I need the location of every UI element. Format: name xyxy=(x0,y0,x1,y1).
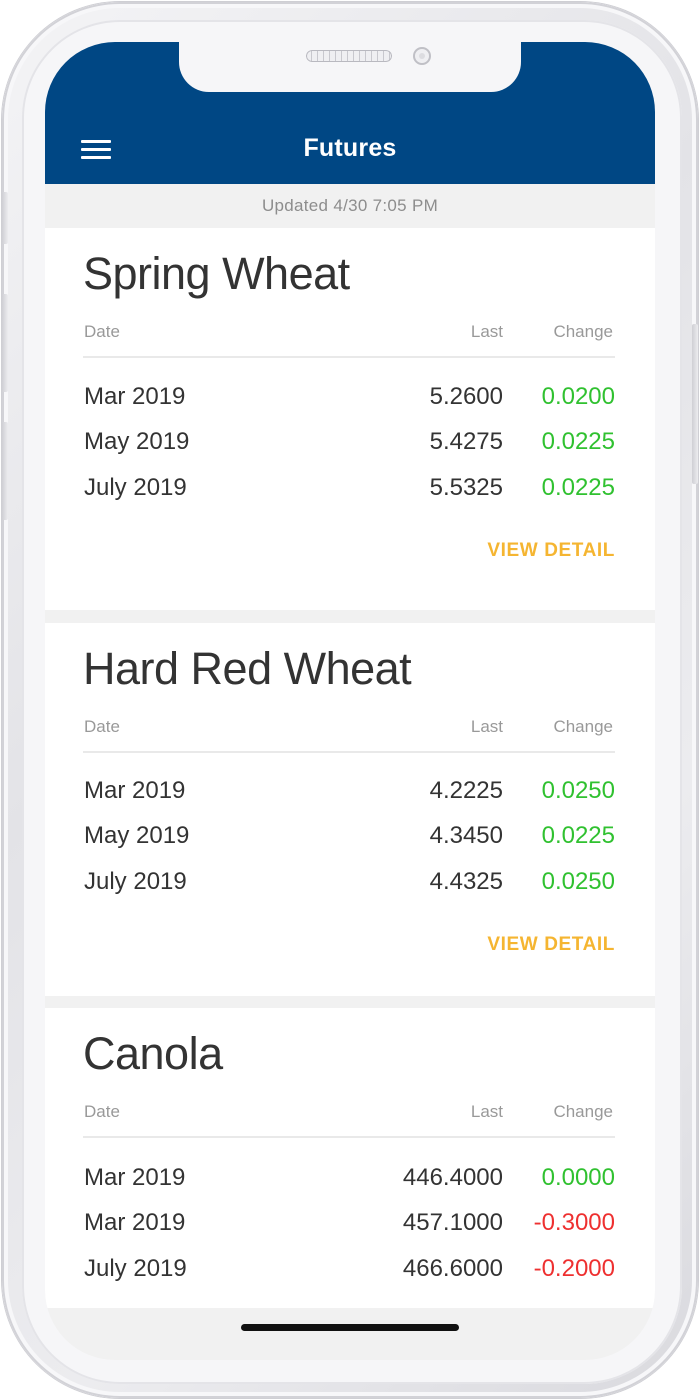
header-divider xyxy=(83,1136,615,1138)
app-bar: Futures xyxy=(45,42,655,184)
row-date: May 2019 xyxy=(84,822,190,849)
mute-switch xyxy=(2,192,8,244)
phone-notch xyxy=(179,42,521,92)
table-row: May 2019 4.3450 0.0225 xyxy=(45,822,655,862)
column-header-date: Date xyxy=(84,322,120,341)
table-row: Mar 2019 457.1000 -0.3000 xyxy=(45,1209,655,1249)
column-header-change: Change xyxy=(553,322,613,341)
row-change: 0.0225 xyxy=(541,428,615,455)
row-last: 5.4275 xyxy=(429,428,503,455)
table-row: Mar 2019 4.2225 0.0250 xyxy=(45,777,655,817)
column-header-change: Change xyxy=(553,717,613,736)
header-divider xyxy=(83,751,615,753)
view-detail-button[interactable]: VIEW DETAIL xyxy=(487,540,615,562)
row-date: July 2019 xyxy=(84,1255,187,1282)
table-row: Mar 2019 5.2600 0.0200 xyxy=(45,383,655,423)
row-date: Mar 2019 xyxy=(84,777,186,804)
row-change: 0.0225 xyxy=(541,474,615,501)
row-change: 0.0000 xyxy=(541,1164,615,1191)
row-change: 0.0200 xyxy=(541,383,615,410)
front-camera xyxy=(413,47,431,65)
column-header-last: Last xyxy=(470,1102,503,1121)
row-date: July 2019 xyxy=(84,868,187,895)
row-date: Mar 2019 xyxy=(84,1209,186,1236)
row-last: 5.5325 xyxy=(429,474,503,501)
column-header-date: Date xyxy=(84,1102,120,1121)
row-last: 446.4000 xyxy=(402,1164,503,1191)
card-title: Hard Red Wheat xyxy=(83,643,412,694)
table-row: July 2019 466.6000 -0.2000 xyxy=(45,1255,655,1295)
power-button xyxy=(692,324,698,484)
futures-card-canola: Canola Date Last Change Mar 2019 446.400… xyxy=(45,1008,655,1308)
column-header-change: Change xyxy=(553,1102,613,1121)
card-title: Spring Wheat xyxy=(83,248,350,299)
table-row: July 2019 5.5325 0.0225 xyxy=(45,474,655,514)
table-row: May 2019 5.4275 0.0225 xyxy=(45,428,655,468)
card-title: Canola xyxy=(83,1028,223,1079)
row-last: 4.3450 xyxy=(429,822,503,849)
updated-timestamp: Updated 4/30 7:05 PM xyxy=(261,196,439,215)
column-header-last: Last xyxy=(470,717,503,736)
row-last: 5.2600 xyxy=(429,383,503,410)
column-header-date: Date xyxy=(84,717,120,736)
row-date: May 2019 xyxy=(84,428,190,455)
app-screen: Futures Updated 4/30 7:05 PM Spring Whea… xyxy=(45,42,655,1360)
row-change: 0.0225 xyxy=(541,822,615,849)
volume-up-button xyxy=(2,294,8,392)
header-divider xyxy=(83,356,615,358)
row-date: Mar 2019 xyxy=(84,383,186,410)
futures-card-hard-red-wheat: Hard Red Wheat Date Last Change Mar 2019… xyxy=(45,623,655,996)
speaker-grille xyxy=(306,50,392,62)
home-indicator[interactable] xyxy=(241,1324,459,1331)
row-last: 4.4325 xyxy=(429,868,503,895)
row-change: 0.0250 xyxy=(541,777,615,804)
row-date: July 2019 xyxy=(84,474,187,501)
row-change: 0.0250 xyxy=(541,868,615,895)
row-last: 466.6000 xyxy=(402,1255,503,1282)
futures-card-spring-wheat: Spring Wheat Date Last Change Mar 2019 5… xyxy=(45,228,655,610)
row-change: -0.2000 xyxy=(533,1255,615,1282)
view-detail-button[interactable]: VIEW DETAIL xyxy=(487,934,615,956)
volume-down-button xyxy=(2,422,8,520)
column-header-last: Last xyxy=(470,322,503,341)
row-change: -0.3000 xyxy=(533,1209,615,1236)
row-date: Mar 2019 xyxy=(84,1164,186,1191)
table-row: July 2019 4.4325 0.0250 xyxy=(45,868,655,908)
row-last: 457.1000 xyxy=(402,1209,503,1236)
page-title: Futures xyxy=(303,134,397,162)
row-last: 4.2225 xyxy=(429,777,503,804)
table-row: Mar 2019 446.4000 0.0000 xyxy=(45,1164,655,1204)
